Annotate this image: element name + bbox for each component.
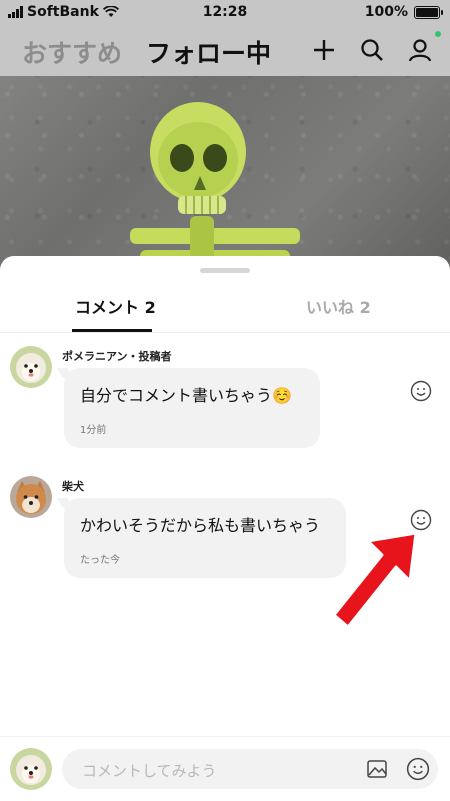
comment-input-bar: コメントしてみよう — [0, 736, 450, 801]
sheet-tabs: コメント 2 いいね 2 — [0, 280, 450, 333]
emoji-icon[interactable] — [406, 757, 430, 781]
my-avatar — [10, 748, 52, 790]
battery-percentage: 100% — [364, 4, 408, 20]
comment-bubble[interactable]: かわいそうだから私も書いちゃう たった今 — [64, 498, 346, 578]
comment-time: 1分前 — [80, 425, 107, 436]
notification-dot — [435, 31, 441, 37]
tab-recommended[interactable]: おすすめ — [22, 34, 122, 70]
image-icon[interactable] — [366, 758, 388, 780]
tab-likes[interactable]: いいね 2 — [306, 294, 371, 318]
profile-icon[interactable] — [406, 36, 434, 64]
active-tab-indicator — [72, 329, 152, 332]
comment-text: かわいそうだから私も書いちゃう — [80, 516, 321, 535]
status-bar: SoftBank 12:28 100% — [0, 0, 450, 26]
plus-icon[interactable] — [310, 36, 338, 64]
comment-input-placeholder: コメントしてみよう — [82, 762, 217, 780]
red-arrow-annotation — [332, 531, 418, 629]
battery-icon — [414, 5, 443, 19]
comment-author: ポメラニアン・投稿者 — [62, 350, 172, 363]
avatar-shiba[interactable] — [10, 476, 52, 518]
comment-bubble[interactable]: 自分でコメント書いちゃう☺️ 1分前 — [64, 368, 320, 448]
comment-author: 柴犬 — [62, 480, 84, 493]
emoji-reaction-icon[interactable] — [410, 380, 432, 402]
skeleton-figure-image — [130, 102, 300, 270]
avatar-pomeranian[interactable] — [10, 346, 52, 388]
comment-input[interactable]: コメントしてみよう — [62, 749, 438, 789]
tab-following[interactable]: フォロー中 — [146, 34, 271, 70]
search-icon[interactable] — [358, 36, 386, 64]
top-navigation: おすすめ フォロー中 — [0, 26, 450, 76]
comment-text: 自分でコメント書いちゃう☺️ — [80, 386, 292, 405]
comment-time: たった今 — [80, 555, 120, 566]
sheet-grabber[interactable] — [200, 268, 250, 273]
tab-comments[interactable]: コメント 2 — [75, 294, 156, 318]
